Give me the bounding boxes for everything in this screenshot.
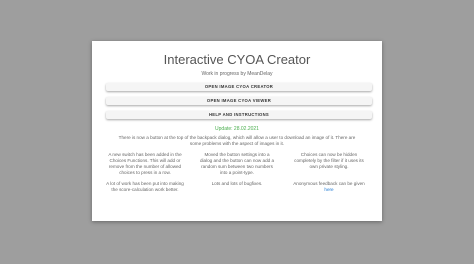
feedback-text: Anonymous feedback can be given [293,181,365,186]
feature-item-feedback: Anonymous feedback can be given here [290,181,368,193]
main-card: Interactive CYOA Creator Work in progres… [92,41,382,221]
update-notice: There is now a button at the top of the … [118,135,356,146]
feature-item: Choices can now be hidden completely by … [294,152,364,169]
update-date: Update: 28.02.2021 [215,126,259,132]
features-grid: A new switch has been added in the Choic… [106,152,368,193]
open-viewer-button[interactable]: Open Image CYOA Viewer [106,97,372,105]
feature-item: A new switch has been added in the Choic… [108,152,182,175]
open-creator-button[interactable]: Open Image CYOA Creator [106,83,372,91]
feedback-link[interactable]: here [324,187,333,192]
feature-item: Lots and lots of bugfixes. [211,181,263,186]
page-title: Interactive CYOA Creator [163,52,311,67]
help-button[interactable]: Help and instructions [106,111,372,119]
page-subtitle: Work in progress by MeanDelay [201,71,273,77]
feature-item: Moved the button settings into a dialog … [199,152,275,175]
feature-item: A lot of work has been put into making t… [106,181,184,192]
